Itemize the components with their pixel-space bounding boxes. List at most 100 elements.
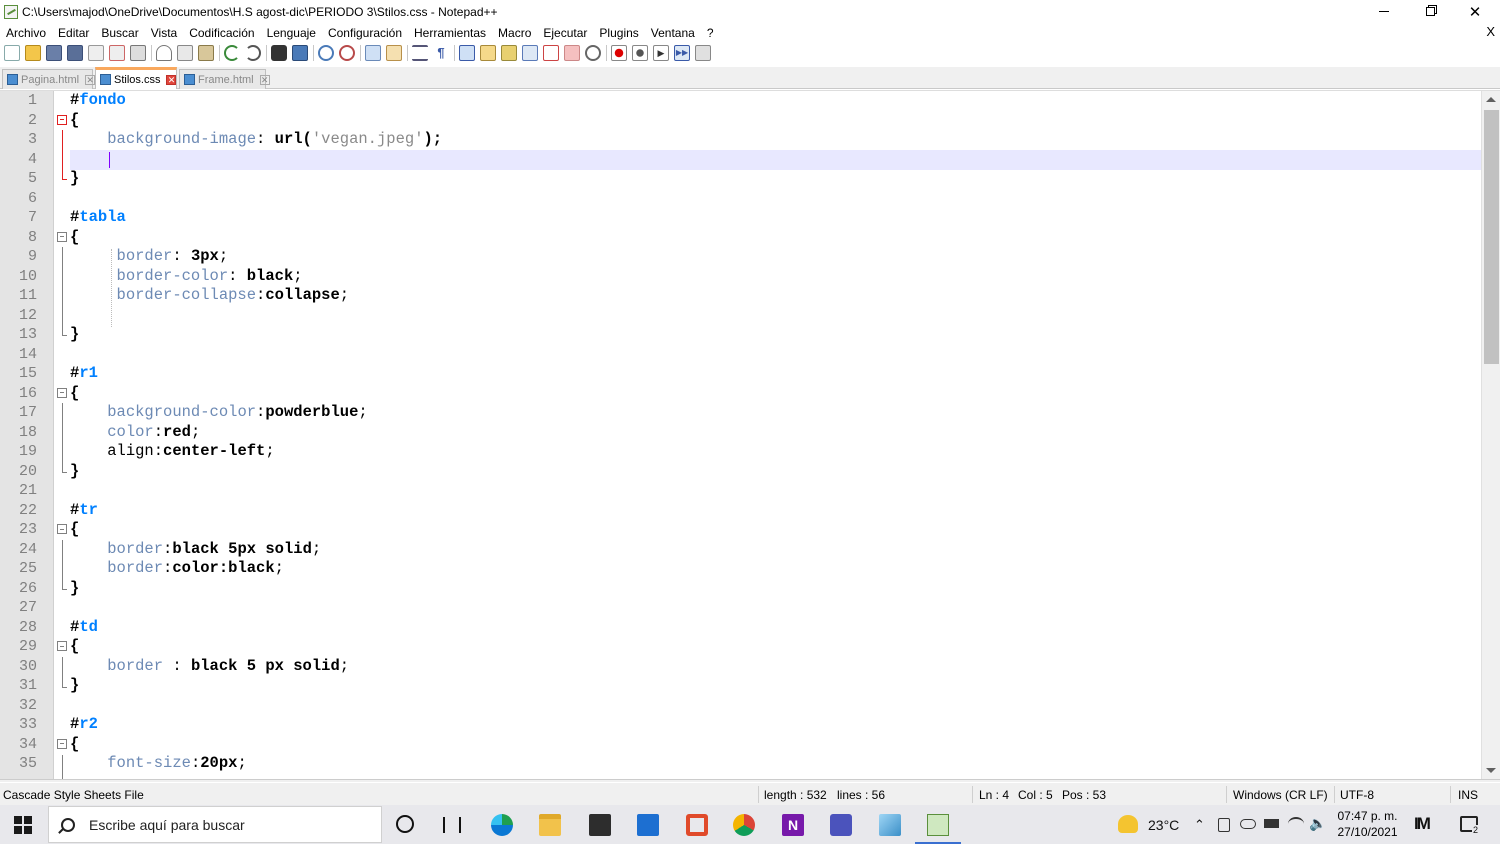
volume-icon[interactable]: 🔈 (1309, 815, 1326, 832)
teams-icon[interactable] (830, 814, 852, 836)
task-view-icon[interactable] (443, 817, 461, 833)
show-all-chars-icon[interactable]: ¶ (433, 45, 449, 61)
menu-macro[interactable]: Macro (492, 26, 537, 40)
menu-vista[interactable]: Vista (145, 26, 183, 40)
window-title: C:\Users\majod\OneDrive\Documentos\H.S a… (22, 4, 498, 19)
menu-configuracion[interactable]: Configuración (322, 26, 408, 40)
onedrive-cloud-icon[interactable] (1240, 819, 1256, 829)
menu-editar[interactable]: Editar (52, 26, 95, 40)
windows-start-icon[interactable] (14, 816, 32, 834)
css-property: border-collapse (116, 286, 257, 304)
chrome-browser-icon[interactable] (733, 814, 755, 836)
function-list-icon[interactable] (522, 45, 538, 61)
menu-bar: Archivo Editar Buscar Vista Codificación… (0, 23, 1500, 42)
input-method-icon[interactable]: IM (1414, 814, 1431, 834)
find-icon[interactable] (271, 45, 287, 61)
open-file-icon[interactable] (25, 45, 41, 61)
zoom-out-icon[interactable] (339, 45, 355, 61)
tab-close-icon[interactable]: ✕ (259, 74, 270, 85)
tab-pagina-html[interactable]: Pagina.html ✕ (2, 69, 96, 89)
system-clock[interactable]: 07:47 p. m. 27/10/2021 (1330, 808, 1405, 840)
fold-toggle-icon[interactable] (57, 524, 67, 534)
menu-buscar[interactable]: Buscar (95, 26, 144, 40)
menu-codificacion[interactable]: Codificación (183, 26, 260, 40)
run-macro-multiple-icon[interactable]: ▶▶ (674, 45, 690, 61)
cut-icon[interactable] (156, 45, 172, 61)
close-window-button[interactable]: ✕ (1452, 0, 1498, 23)
code-line: 3 background-image: url('vegan.jpeg'); (0, 130, 1480, 150)
paste-icon[interactable] (198, 45, 214, 61)
play-macro-icon[interactable]: ▶ (653, 45, 669, 61)
sync-horizontal-icon[interactable] (386, 45, 402, 61)
indent-guide-icon[interactable] (459, 45, 475, 61)
close-document-button[interactable]: X (1486, 24, 1495, 39)
sync-vertical-icon[interactable] (365, 45, 381, 61)
notepadpp-taskbar-icon[interactable] (927, 814, 949, 836)
doc-map-icon[interactable] (501, 45, 517, 61)
folder-workspace-icon[interactable] (543, 45, 559, 61)
scrollbar-thumb[interactable] (1484, 110, 1499, 364)
copy-icon[interactable] (177, 45, 193, 61)
close-file-icon[interactable] (88, 45, 104, 61)
restore-button[interactable] (1407, 0, 1453, 23)
line-number: 5 (27, 170, 37, 187)
fold-toggle-icon[interactable] (57, 387, 67, 398)
save-macro-icon[interactable] (695, 45, 711, 61)
zoom-in-icon[interactable] (318, 45, 334, 61)
monitoring-icon[interactable] (564, 45, 580, 61)
office-icon[interactable] (686, 814, 708, 836)
onenote-icon[interactable]: N (782, 814, 804, 836)
line-number: 19 (18, 443, 37, 460)
fold-toggle-icon[interactable] (57, 114, 67, 125)
wifi-icon[interactable] (1288, 817, 1304, 831)
fold-toggle-icon[interactable] (57, 641, 67, 651)
show-hidden-icons-chevron-icon[interactable]: ⌃ (1194, 817, 1205, 833)
udl-icon[interactable] (480, 45, 496, 61)
meet-now-icon[interactable] (1218, 818, 1230, 832)
close-all-icon[interactable] (109, 45, 125, 61)
minimize-button[interactable] (1361, 0, 1407, 23)
menu-ventana[interactable]: Ventana (645, 26, 701, 40)
menu-help[interactable]: ? (701, 26, 720, 40)
mail-icon[interactable] (637, 814, 659, 836)
fold-toggle-icon[interactable] (57, 231, 67, 242)
temperature-label[interactable]: 23°C (1148, 817, 1179, 833)
line-number: 26 (18, 579, 37, 597)
preview-icon[interactable] (585, 45, 601, 61)
scroll-up-icon[interactable] (1486, 97, 1496, 102)
menu-ejecutar[interactable]: Ejecutar (537, 26, 593, 40)
microsoft-store-icon[interactable] (589, 814, 611, 836)
taskbar-search-box[interactable]: Escribe aquí para buscar (48, 806, 382, 843)
fold-toggle-icon[interactable] (57, 738, 67, 749)
print-icon[interactable] (130, 45, 146, 61)
save-all-icon[interactable] (67, 45, 83, 61)
horizontal-scrollbar[interactable] (0, 779, 1500, 782)
stop-macro-icon[interactable] (632, 45, 648, 61)
menu-archivo[interactable]: Archivo (0, 26, 52, 40)
code-editor[interactable]: 1 #fondo 2 { 3 background-image: url('ve… (0, 90, 1500, 780)
sticky-app-icon[interactable] (879, 814, 901, 836)
encoding-label[interactable]: UTF-8 (1340, 788, 1374, 802)
weather-icon[interactable] (1118, 815, 1138, 833)
menu-lenguaje[interactable]: Lenguaje (261, 26, 322, 40)
tab-close-icon[interactable]: ✕ (166, 74, 177, 85)
word-wrap-icon[interactable] (412, 45, 428, 61)
tab-close-icon[interactable]: ✕ (85, 74, 96, 85)
new-file-icon[interactable] (4, 45, 20, 61)
vertical-scrollbar[interactable] (1481, 91, 1500, 780)
menu-herramientas[interactable]: Herramientas (408, 26, 492, 40)
eol-format-label[interactable]: Windows (CR LF) (1233, 788, 1328, 802)
battery-icon[interactable] (1264, 819, 1279, 828)
tab-stilos-css[interactable]: Stilos.css ✕ (95, 67, 177, 89)
save-icon[interactable] (46, 45, 62, 61)
redo-icon[interactable] (245, 45, 261, 61)
scroll-down-icon[interactable] (1486, 768, 1496, 773)
undo-icon[interactable] (224, 45, 240, 61)
file-explorer-icon[interactable] (539, 814, 561, 836)
tab-frame-html[interactable]: Frame.html ✕ (179, 69, 270, 89)
record-macro-icon[interactable] (611, 45, 627, 61)
menu-plugins[interactable]: Plugins (593, 26, 644, 40)
edge-browser-icon[interactable] (491, 814, 513, 836)
replace-icon[interactable] (292, 45, 308, 61)
cortana-icon[interactable] (396, 815, 414, 833)
